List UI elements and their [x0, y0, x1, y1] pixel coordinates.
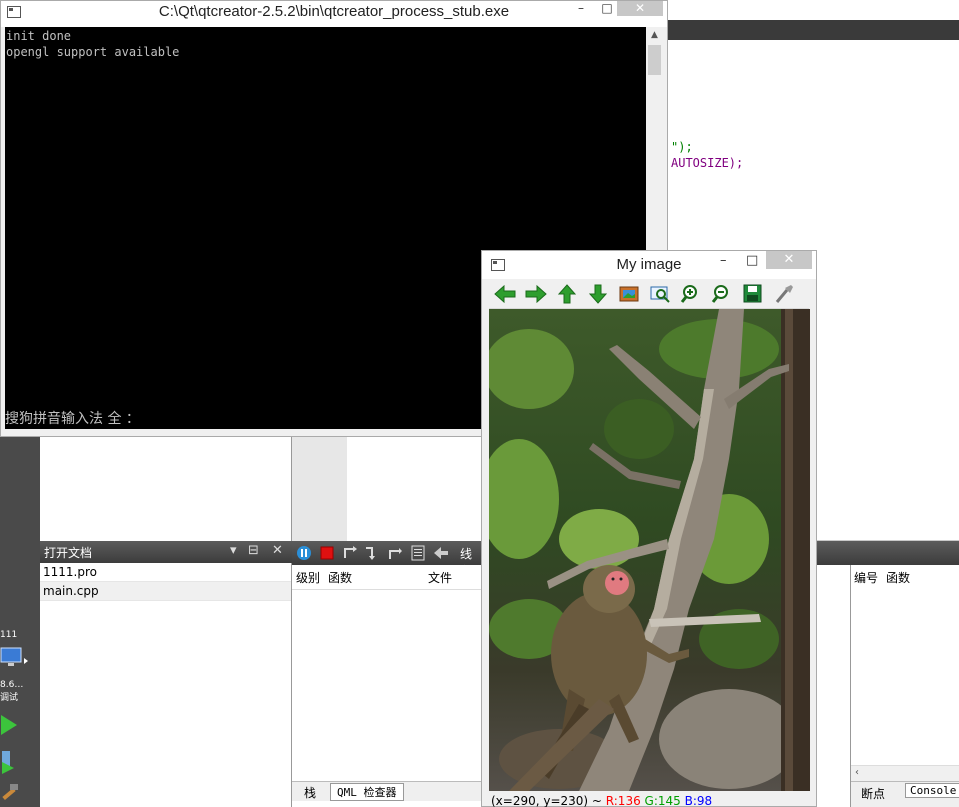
step-out-icon[interactable]: [387, 545, 403, 561]
status-bar: (x=290, y=230) ~ R:136 G:145 B:98: [491, 794, 712, 807]
horizontal-scrollbar[interactable]: ‹: [851, 765, 959, 781]
pixel-coordinates: (x=290, y=230) ~: [491, 794, 606, 807]
pane-divider: [292, 436, 347, 541]
output-pane: [347, 436, 482, 541]
kit-label: 8.6…: [0, 680, 24, 690]
scroll-left-icon[interactable]: ‹: [855, 767, 859, 778]
close-button[interactable]: ✕: [766, 251, 812, 269]
breakpoints-toolbar: [816, 541, 959, 565]
debug-run-icon[interactable]: [0, 748, 16, 774]
column-header[interactable]: 函数: [886, 569, 910, 586]
stack-tabbar: 栈 QML 检查器: [292, 781, 482, 801]
editor-tabbar: [668, 20, 959, 40]
image-window: My image – □ ✕ (x=290, y=230) ~ R:136 G:…: [481, 250, 817, 807]
dropdown-arrow-icon[interactable]: ▾: [230, 543, 237, 558]
minimize-icon[interactable]: –: [571, 1, 591, 16]
run-icon[interactable]: [0, 714, 20, 736]
breakpoints-tabbar: 断点 Console: [851, 781, 959, 807]
code-line: ");: [671, 140, 693, 154]
disassembly-icon[interactable]: [410, 545, 426, 561]
console-titlebar[interactable]: C:\Qt\qtcreator-2.5.2\bin\qtcreator_proc…: [1, 1, 667, 27]
monitor-icon[interactable]: [0, 646, 30, 672]
debug-toolbar: 线程: [292, 541, 482, 578]
close-icon[interactable]: ✕: [272, 543, 283, 558]
image-icon[interactable]: [618, 284, 640, 304]
arrow-right-icon[interactable]: [525, 284, 547, 304]
header-divider: [292, 589, 482, 590]
tab-stack[interactable]: 栈: [304, 784, 316, 801]
projects-pane: [40, 436, 292, 541]
arrow-up-icon[interactable]: [556, 284, 578, 304]
list-item[interactable]: main.cpp: [40, 582, 291, 601]
pixel-blue-value: B:98: [684, 794, 713, 807]
open-documents-title: 打开文档: [44, 546, 93, 560]
zoom-fit-icon[interactable]: [649, 284, 671, 304]
pane-divider: [816, 565, 851, 807]
scroll-thumb[interactable]: [648, 45, 661, 75]
monkey-photo: [489, 309, 810, 791]
column-header[interactable]: 编号: [854, 569, 878, 586]
code-line: AUTOSIZE);: [671, 156, 744, 170]
mode-label: 调试: [0, 693, 19, 703]
list-item[interactable]: 1111.pro: [40, 563, 291, 582]
pixel-red-value: R:136: [605, 794, 641, 807]
breakpoints-pane: 编号 函数 ‹: [851, 565, 959, 781]
maximize-icon[interactable]: □: [597, 1, 617, 16]
save-icon[interactable]: [742, 284, 764, 304]
close-button[interactable]: ✕: [617, 1, 663, 16]
scroll-up-icon[interactable]: ▲: [646, 27, 663, 44]
maximize-icon[interactable]: □: [746, 253, 758, 268]
build-hammer-icon[interactable]: [0, 782, 20, 804]
open-documents-list: 1111.pro main.cpp: [40, 563, 292, 807]
column-header[interactable]: 函数: [328, 569, 352, 586]
arrow-left-icon[interactable]: [494, 284, 516, 304]
mode-sidebar: 111 8.6… 调试: [0, 436, 40, 807]
image-titlebar[interactable]: My image – □ ✕: [482, 251, 816, 279]
arrow-down-icon[interactable]: [587, 284, 609, 304]
zoom-in-icon[interactable]: [680, 284, 702, 304]
ime-status: 搜狗拼音输入法 全 ：: [5, 410, 140, 428]
column-header[interactable]: 文件: [428, 569, 452, 586]
open-documents-header: 打开文档 ▾ ⊟ ✕: [40, 541, 292, 563]
tab-console[interactable]: Console: [905, 783, 959, 798]
tab-breakpoints[interactable]: 断点: [861, 785, 885, 802]
image-toolbar: [489, 279, 809, 309]
column-header[interactable]: 级别: [296, 569, 320, 586]
console-line: opengl support available: [6, 45, 180, 59]
step-into-icon[interactable]: [364, 545, 380, 561]
pixel-green-value: G:145: [644, 794, 681, 807]
pause-icon[interactable]: [296, 545, 312, 561]
console-line: init done: [6, 29, 72, 43]
window-title: C:\Qt\qtcreator-2.5.2\bin\qtcreator_proc…: [158, 3, 510, 20]
stack-pane: 级别 函数 文件: [292, 565, 482, 807]
minimize-icon[interactable]: –: [720, 253, 727, 268]
properties-icon[interactable]: [773, 284, 795, 304]
stop-icon[interactable]: [319, 545, 335, 561]
zoom-out-icon[interactable]: [711, 284, 733, 304]
tab-qml-inspector[interactable]: QML 检查器: [330, 783, 404, 801]
split-icon[interactable]: ⊟: [248, 543, 259, 558]
back-arrow-icon[interactable]: [433, 545, 449, 561]
project-label: 111: [0, 630, 18, 640]
image-canvas[interactable]: [489, 309, 810, 791]
step-over-icon[interactable]: [342, 545, 358, 561]
